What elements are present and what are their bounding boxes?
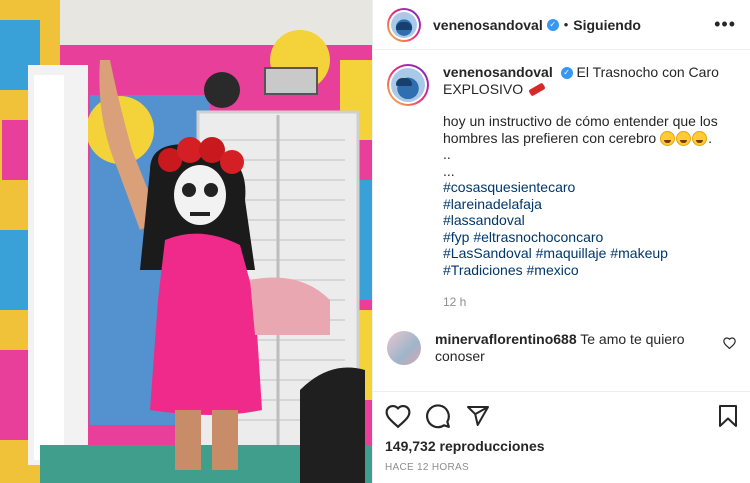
avatar-image <box>391 11 417 38</box>
hashtag-link[interactable]: #fyp #eltrasnochoconcaro <box>443 229 736 246</box>
avatar-image <box>391 68 425 102</box>
hashtag-link[interactable]: #LasSandoval #maquillaje #makeup <box>443 245 736 262</box>
post-time-ago[interactable]: HACE 12 HORAS <box>385 462 740 473</box>
hashtag-link[interactable]: #lareinadelafaja <box>443 196 736 213</box>
separator-dot: • <box>563 17 569 32</box>
author-avatar[interactable] <box>387 7 421 42</box>
dynamite-emoji-icon <box>528 82 546 97</box>
following-button[interactable]: Siguiendo <box>573 17 641 33</box>
laughing-emoji-icon <box>692 131 708 147</box>
comments-area: venenosandoval ✓ El Trasnocho con Caro E… <box>373 50 750 391</box>
post-sidebar: venenosandoval ✓ • Siguiendo ••• venenos… <box>372 0 750 483</box>
post-video[interactable] <box>0 0 372 483</box>
caption-dots-1: .. <box>443 146 451 163</box>
more-options-icon[interactable]: ••• <box>714 14 736 35</box>
caption-text: venenosandoval ✓ El Trasnocho con Caro E… <box>443 64 736 311</box>
laughing-emoji-icon <box>660 131 676 147</box>
verified-icon: ✓ <box>560 67 573 80</box>
comment-item: minervaflorentino688 Te amo te quiero co… <box>387 330 736 365</box>
laughing-emoji-icon <box>676 131 692 147</box>
commenter-username[interactable]: minervaflorentino688 <box>435 331 577 347</box>
caption: venenosandoval ✓ El Trasnocho con Caro E… <box>387 64 736 311</box>
caption-timestamp[interactable]: 12 h <box>443 294 736 311</box>
like-heart-icon[interactable] <box>385 404 411 428</box>
author-username[interactable]: venenosandoval <box>433 17 543 33</box>
action-icons-row <box>385 400 740 432</box>
comment-text: minervaflorentino688 Te amo te quiero co… <box>435 331 715 365</box>
hashtag-link[interactable]: #lassandoval <box>443 212 736 229</box>
caption-dots-2: ... <box>443 162 455 179</box>
commenter-avatar[interactable] <box>387 330 421 365</box>
post-actions: 149,732 reproducciones HACE 12 HORAS <box>373 391 750 483</box>
comment-bubble-icon[interactable] <box>425 403 451 429</box>
hashtag-link[interactable]: #cosasquesientecaro <box>443 179 736 196</box>
caption-author-avatar[interactable] <box>387 64 429 106</box>
caption-username[interactable]: venenosandoval <box>443 64 553 80</box>
verified-icon: ✓ <box>546 18 559 31</box>
share-paper-plane-icon[interactable] <box>465 404 491 428</box>
view-count[interactable]: 149,732 reproducciones <box>385 438 740 454</box>
hashtag-link[interactable]: #Tradiciones #mexico <box>443 262 736 279</box>
like-comment-heart-icon[interactable] <box>723 337 736 349</box>
post-header: venenosandoval ✓ • Siguiendo ••• <box>373 0 750 50</box>
save-bookmark-icon[interactable] <box>716 403 740 429</box>
video-frame <box>0 0 372 483</box>
instagram-post: venenosandoval ✓ • Siguiendo ••• venenos… <box>0 0 750 483</box>
